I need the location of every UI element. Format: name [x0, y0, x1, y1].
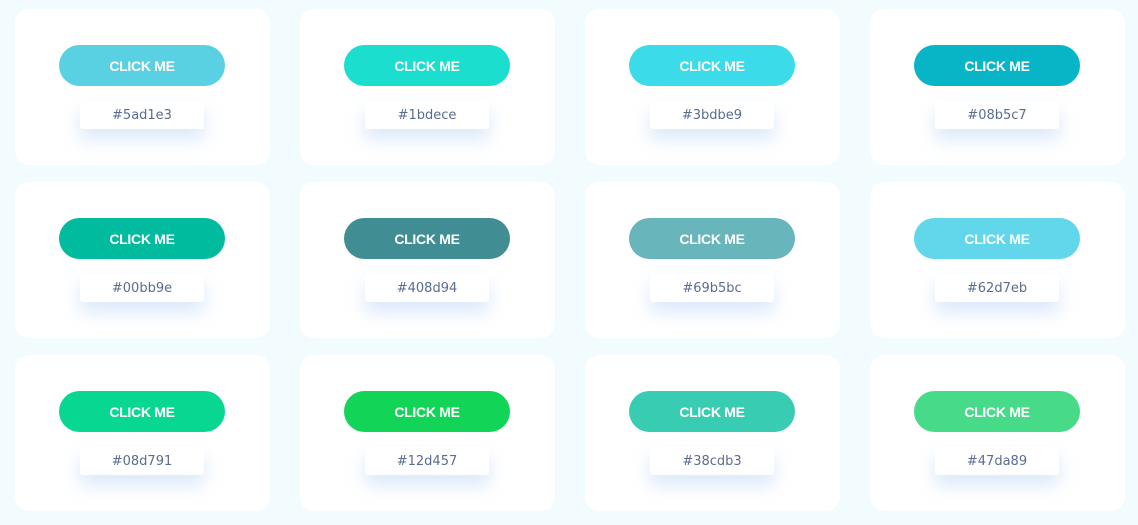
click-me-button[interactable]: CLICK ME: [344, 391, 510, 432]
click-me-button[interactable]: CLICK ME: [59, 45, 225, 86]
color-code-label: #12d457: [365, 447, 489, 475]
color-card: CLICK ME #00bb9e: [15, 182, 270, 338]
color-code-label: #08d791: [80, 447, 204, 475]
color-card: CLICK ME #69b5bc: [585, 182, 840, 338]
color-code-label: #69b5bc: [650, 274, 774, 302]
color-card: CLICK ME #12d457: [300, 355, 555, 511]
color-code-label: #1bdece: [365, 101, 489, 129]
click-me-button[interactable]: CLICK ME: [59, 391, 225, 432]
color-code-label: #408d94: [365, 274, 489, 302]
color-code-label: #3bdbe9: [650, 101, 774, 129]
color-card: CLICK ME #08d791: [15, 355, 270, 511]
color-code-label: #00bb9e: [80, 274, 204, 302]
color-card: CLICK ME #408d94: [300, 182, 555, 338]
color-card-grid: CLICK ME #5ad1e3 CLICK ME #1bdece CLICK ME #3…: [15, 9, 1125, 511]
color-code-label: #62d7eb: [935, 274, 1059, 302]
color-card: CLICK ME #62d7eb: [870, 182, 1125, 338]
click-me-button[interactable]: CLICK ME: [344, 45, 510, 86]
click-me-button[interactable]: CLICK ME: [914, 45, 1080, 86]
color-card: CLICK ME #1bdece: [300, 9, 555, 165]
click-me-button[interactable]: CLICK ME: [914, 391, 1080, 432]
click-me-button[interactable]: CLICK ME: [914, 218, 1080, 259]
click-me-button[interactable]: CLICK ME: [344, 218, 510, 259]
click-me-button[interactable]: CLICK ME: [629, 391, 795, 432]
click-me-button[interactable]: CLICK ME: [629, 218, 795, 259]
color-card: CLICK ME #3bdbe9: [585, 9, 840, 165]
color-card: CLICK ME #08b5c7: [870, 9, 1125, 165]
color-code-label: #47da89: [935, 447, 1059, 475]
click-me-button[interactable]: CLICK ME: [629, 45, 795, 86]
color-code-label: #08b5c7: [935, 101, 1059, 129]
color-code-label: #5ad1e3: [80, 101, 204, 129]
color-card: CLICK ME #5ad1e3: [15, 9, 270, 165]
color-code-label: #38cdb3: [650, 447, 774, 475]
color-card: CLICK ME #47da89: [870, 355, 1125, 511]
click-me-button[interactable]: CLICK ME: [59, 218, 225, 259]
color-card: CLICK ME #38cdb3: [585, 355, 840, 511]
